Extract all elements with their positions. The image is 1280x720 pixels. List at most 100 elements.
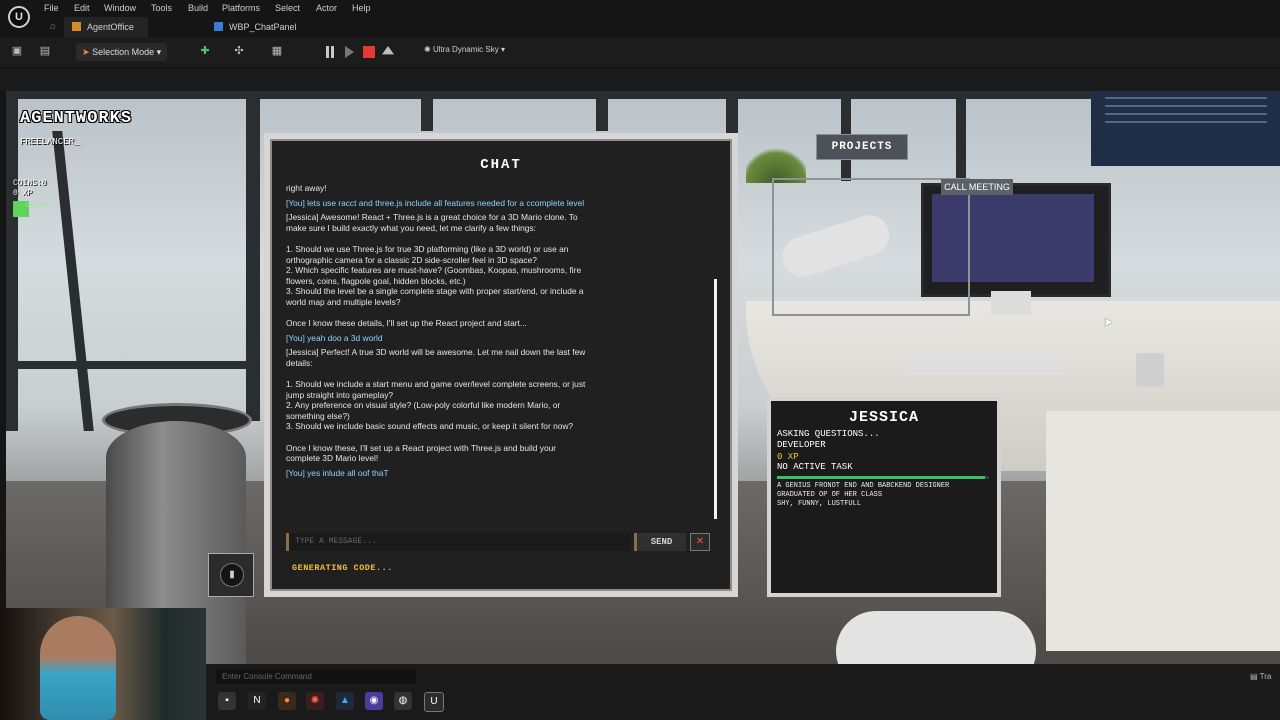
trace-button[interactable]: ▤ Tra <box>1250 672 1271 681</box>
coins-counter: COINS:0 <box>13 179 47 188</box>
cinematics-icon[interactable]: ▦ <box>270 44 284 58</box>
menu-build[interactable]: Build <box>188 3 208 13</box>
chat-panel: CHAT right away! [You] lets use racct an… <box>264 133 738 597</box>
tab-label: AgentOffice <box>87 22 134 32</box>
main-toolbar: ▣ ▤ ➤ Selection Mode ▾ ✚ ✣ ▦ ✺ Ultra Dyn… <box>0 37 1280 68</box>
menu-tools[interactable]: Tools <box>151 3 172 13</box>
chat-message-user: [You] yeah doo a 3d world <box>286 332 383 343</box>
call-meeting-button[interactable]: CALL MEETING <box>941 179 1013 195</box>
chat-title: CHAT <box>480 157 522 173</box>
cursor-icon: ➤ <box>82 47 90 57</box>
online-indicator: ONLINE <box>13 201 47 217</box>
blueprints-icon[interactable]: ✣ <box>232 44 246 58</box>
player-rank: FREELANCER_ <box>20 137 80 147</box>
sky-label: Ultra Dynamic Sky <box>432 45 499 54</box>
projects-button[interactable]: PROJECTS <box>816 134 908 160</box>
content-browser-icon[interactable]: ▤ <box>38 44 52 58</box>
notion-icon[interactable]: N <box>248 692 266 710</box>
blender-icon[interactable]: ● <box>278 692 296 710</box>
pause-icon[interactable] <box>326 46 329 58</box>
window-frame <box>596 91 608 131</box>
chat-scrollbar-thumb[interactable] <box>714 279 717 519</box>
microphone-icon: ▮ <box>220 563 244 587</box>
menu-bar: File Edit Window Tools Build Platforms S… <box>0 0 1280 17</box>
git-icon[interactable]: ▲ <box>336 692 354 710</box>
claude-icon[interactable]: ✺ <box>306 692 324 710</box>
tab-agentoffice[interactable]: AgentOffice <box>64 17 148 37</box>
xp-counter: 0 XP <box>13 189 33 198</box>
chat-message-user: [You] yes inlude all oof thaT <box>286 467 389 478</box>
unreal-taskbar-icon[interactable]: U <box>424 692 444 712</box>
eject-icon[interactable] <box>382 46 394 55</box>
menu-edit[interactable]: Edit <box>74 3 90 13</box>
agent-task: NO ACTIVE TASK <box>777 462 853 472</box>
keyboard <box>904 353 1068 375</box>
online-label: ONLINE <box>25 203 48 209</box>
desk-panel <box>1046 411 1280 651</box>
unreal-logo-icon: U <box>8 6 30 28</box>
generation-status: GENERATING CODE... <box>292 563 393 573</box>
microphone-button[interactable]: ▮ <box>208 553 254 597</box>
menu-platforms[interactable]: Platforms <box>222 3 260 13</box>
window-frame <box>6 91 1280 99</box>
monitor-stand <box>991 291 1031 315</box>
window-frame <box>52 131 94 431</box>
trace-label: Tra <box>1259 672 1272 681</box>
discord-icon[interactable]: ◉ <box>365 692 383 710</box>
chat-message-agent: [Jessica] Perfect! A true 3D world will … <box>286 347 586 464</box>
streamer-video <box>40 616 116 720</box>
chat-message-agent: [Jessica] Awesome! React + Three.js is a… <box>286 212 584 329</box>
agent-role: DEVELOPER <box>777 440 826 450</box>
send-button[interactable]: SEND <box>634 533 686 551</box>
mouse-cursor-icon: ➤ <box>1103 315 1114 329</box>
level-icon <box>72 22 81 31</box>
game-title: AGENTWORKS <box>20 109 133 128</box>
obs-icon[interactable]: ◍ <box>394 692 412 710</box>
app-icon[interactable]: ▪ <box>218 692 236 710</box>
desk-selection-outline <box>772 178 970 316</box>
tab-label: WBP_ChatPanel <box>229 22 297 32</box>
menu-file[interactable]: File <box>44 3 59 13</box>
mug <box>1136 353 1164 387</box>
window-frame <box>6 361 256 369</box>
stop-icon[interactable] <box>363 46 375 58</box>
game-viewport[interactable]: AGENTWORKS FREELANCER_ COINS:0 0 XP ONLI… <box>6 91 1280 664</box>
menu-help[interactable]: Help <box>352 3 371 13</box>
trace-icon: ▤ <box>1250 672 1258 681</box>
add-actor-icon[interactable]: ✚ <box>198 44 212 58</box>
tab-bar: ⌂ AgentOffice WBP_ChatPanel <box>0 17 1280 37</box>
close-chat-button[interactable]: ✕ <box>690 533 710 551</box>
agent-name: JESSICA <box>848 409 919 426</box>
chat-message: right away! <box>286 183 327 193</box>
menu-select[interactable]: Select <box>275 3 300 13</box>
tab-wbp-chatpanel[interactable]: WBP_ChatPanel <box>214 17 297 37</box>
agent-progress-bar <box>777 476 989 479</box>
agent-traits: SHY, FUNNY, LUSTFULL <box>777 500 862 508</box>
window-frame <box>6 91 18 431</box>
wall-monitor <box>1091 91 1280 166</box>
agent-bio-secondary: GRADUATED OP OF HER CLASS <box>777 491 883 499</box>
chat-log[interactable]: right away! [You] lets use racct and thr… <box>286 183 586 528</box>
agent-xp: 0 XP <box>777 452 799 462</box>
agent-bio: A GENIUS FRONOT END AND BABCKEND DESIGNE… <box>777 482 950 490</box>
menu-window[interactable]: Window <box>104 3 136 13</box>
selection-mode-dropdown[interactable]: ➤ Selection Mode ▾ <box>76 43 168 61</box>
widget-blueprint-icon <box>214 22 223 31</box>
office-chair <box>836 611 1036 664</box>
window-frame <box>956 91 966 181</box>
agent-progress-fill <box>777 476 985 479</box>
webcam-overlay <box>0 608 206 720</box>
sky-dropdown[interactable]: ✺ Ultra Dynamic Sky ▾ <box>424 45 505 54</box>
agent-status: ASKING QUESTIONS... <box>777 429 880 439</box>
resume-icon[interactable] <box>345 46 354 58</box>
sun-icon: ✺ <box>424 45 431 54</box>
console-command-input[interactable]: Enter Console Command <box>216 670 416 684</box>
menu-actor[interactable]: Actor <box>316 3 337 13</box>
chat-message-user: [You] lets use racct and three.js includ… <box>286 197 585 208</box>
plant <box>746 143 806 183</box>
window-frame <box>421 91 433 131</box>
save-icon[interactable]: ▣ <box>10 44 24 58</box>
home-icon[interactable]: ⌂ <box>50 17 56 37</box>
message-input[interactable]: TYPE A MESSAGE... <box>286 533 630 551</box>
selection-mode-label: Selection Mode <box>92 47 155 57</box>
